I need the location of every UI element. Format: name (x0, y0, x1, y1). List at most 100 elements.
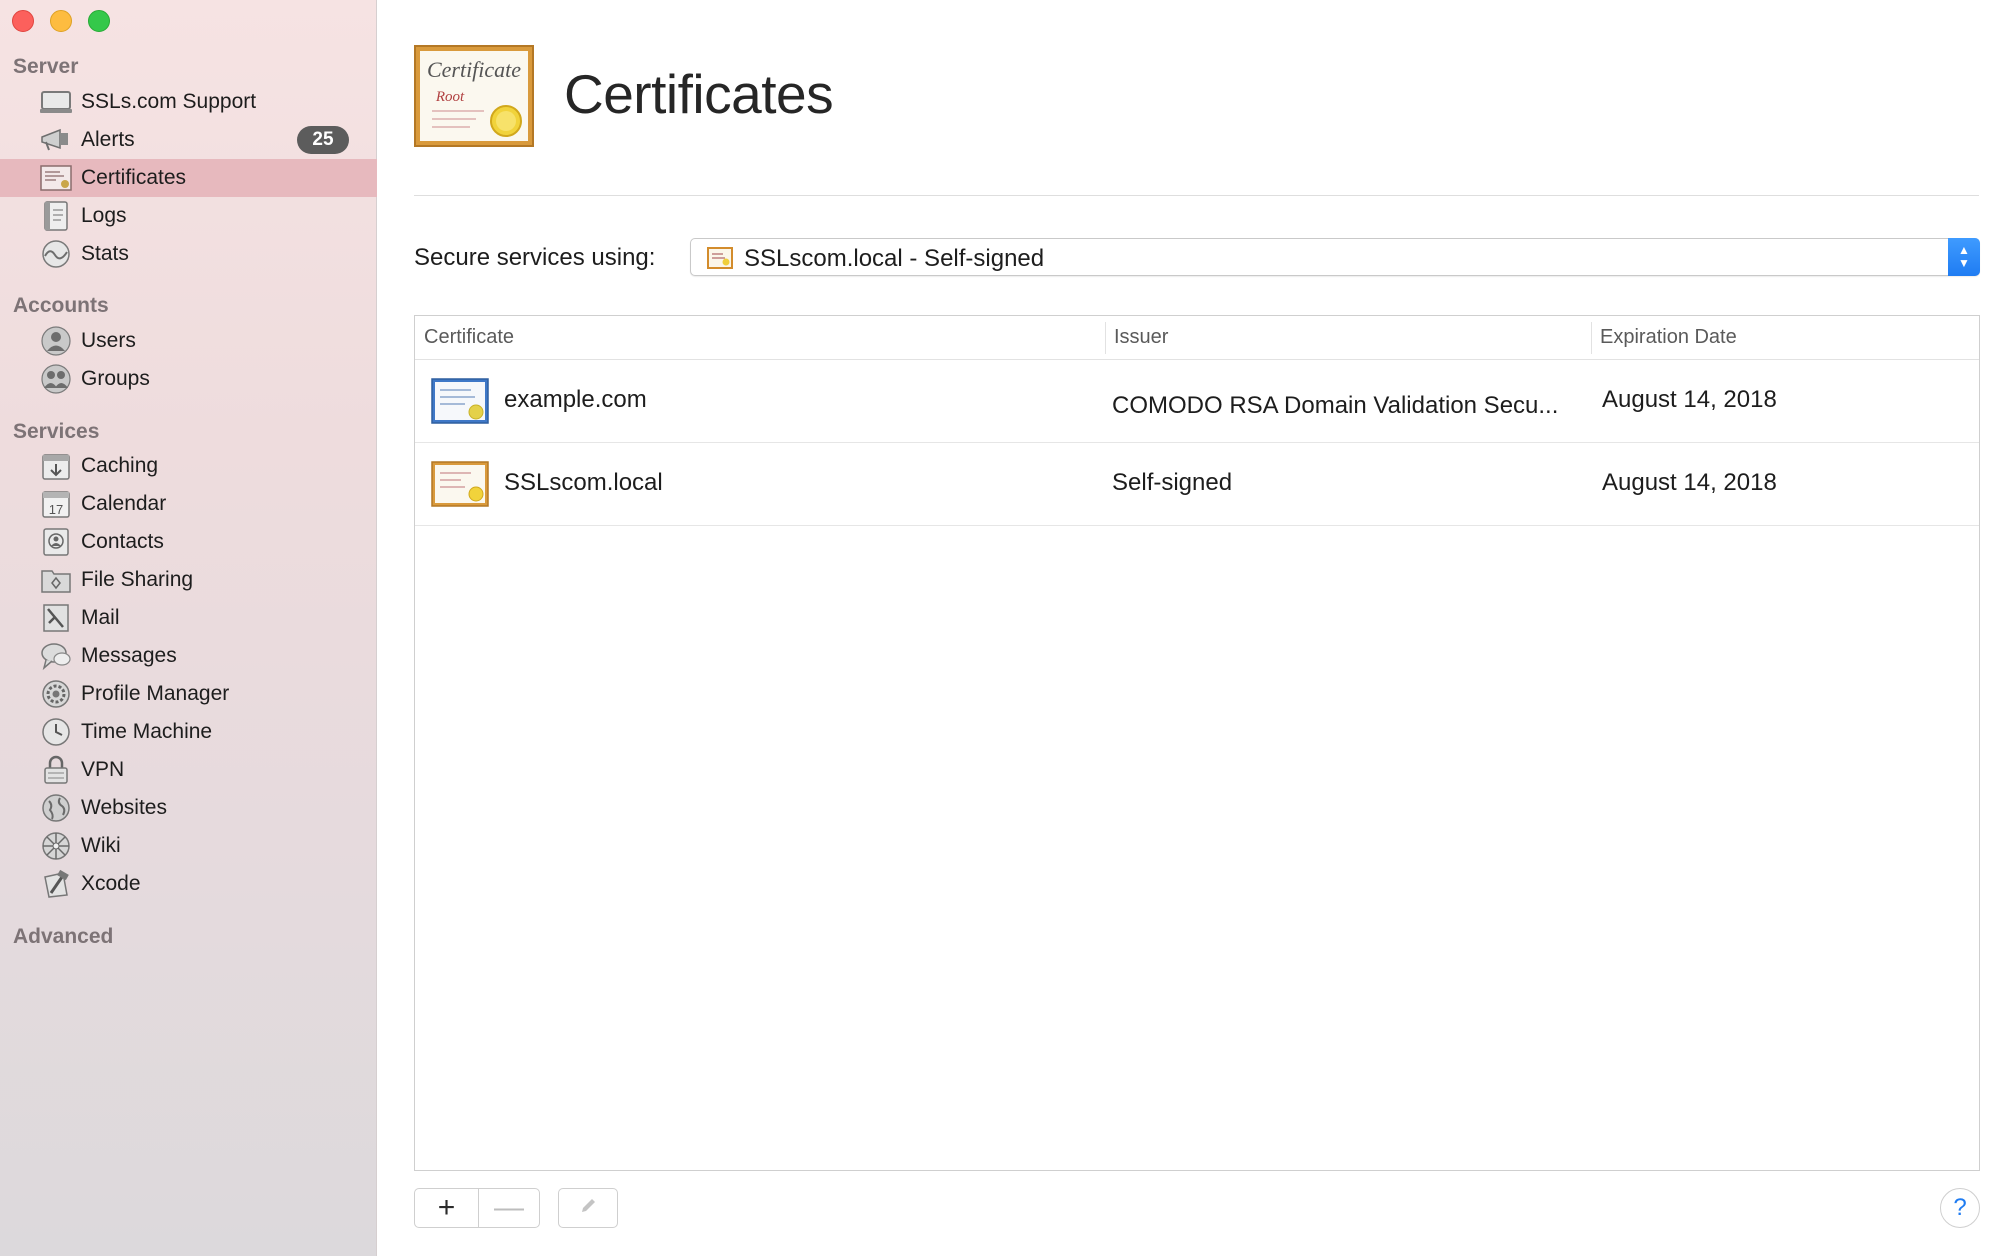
sidebar-item-ssls-support[interactable]: SSLs.com Support (0, 83, 377, 121)
sidebar-item-users[interactable]: Users (0, 322, 377, 360)
sidebar-item-label: VPN (81, 758, 125, 781)
sidebar-item-file-sharing[interactable]: File Sharing (0, 561, 377, 599)
sidebar-item-label: Calendar (81, 492, 167, 515)
certificate-issuer: COMODO RSA Domain Validation Secu... (1112, 392, 1559, 419)
certificate-expiration: August 14, 2018 (1602, 469, 1777, 496)
zoom-window-button[interactable] (88, 10, 110, 32)
sidebar-item-profile-manager[interactable]: Profile Manager (0, 675, 377, 713)
sidebar-item-time-machine[interactable]: Time Machine (0, 713, 377, 751)
profile-manager-icon (40, 679, 72, 709)
sidebar-item-label: Logs (81, 204, 127, 227)
certificate-icon (40, 163, 72, 193)
sidebar-item-vpn[interactable]: VPN (0, 751, 377, 789)
megaphone-icon (40, 125, 72, 155)
sidebar-item-wiki[interactable]: Wiki (0, 827, 377, 865)
section-title-accounts: Accounts (13, 294, 109, 317)
server-icon (40, 87, 72, 117)
window-controls (12, 10, 110, 32)
sidebar-item-stats[interactable]: Stats (0, 235, 377, 273)
calendar-icon: 17 (40, 489, 72, 519)
sidebar: Server SSLs.com Support Alerts 25 Certif… (0, 0, 377, 1256)
sidebar-item-xcode[interactable]: Xcode (0, 865, 377, 903)
vpn-lock-icon (40, 755, 72, 785)
page-title: Certificates (564, 63, 834, 125)
sidebar-item-logs[interactable]: Logs (0, 197, 377, 235)
file-sharing-icon (40, 565, 72, 595)
sidebar-item-label: Caching (81, 454, 159, 477)
certificate-name: example.com (504, 386, 647, 413)
column-divider (1105, 322, 1106, 354)
close-window-button[interactable] (12, 10, 34, 32)
column-divider (1591, 322, 1592, 354)
column-header-issuer[interactable]: Issuer (1114, 326, 1168, 349)
sidebar-item-label: SSLs.com Support (81, 90, 257, 113)
user-icon (40, 326, 72, 356)
sidebar-item-label: Contacts (81, 530, 164, 553)
xcode-hammer-icon (40, 869, 72, 899)
stats-icon (40, 239, 72, 269)
column-header-certificate[interactable]: Certificate (424, 326, 514, 349)
mail-icon (40, 603, 72, 633)
add-certificate-button[interactable]: + (414, 1188, 479, 1228)
sidebar-item-websites[interactable]: Websites (0, 789, 377, 827)
edit-certificate-button[interactable] (558, 1188, 618, 1228)
calendar-icon-day: 17 (49, 502, 63, 517)
sidebar-item-label: Websites (81, 796, 167, 819)
certificate-icon (707, 247, 733, 269)
table-header: Certificate Issuer Expiration Date (415, 316, 1979, 360)
sidebar-item-certificates[interactable]: Certificates (0, 159, 377, 197)
root-certificate-icon (431, 461, 489, 507)
standard-certificate-icon (431, 378, 489, 424)
popup-stepper-icon[interactable]: ▲ ▼ (1948, 238, 1980, 276)
minimize-window-button[interactable] (50, 10, 72, 32)
messages-icon (40, 641, 72, 671)
sidebar-item-label: Profile Manager (81, 682, 230, 705)
sidebar-item-mail[interactable]: Mail (0, 599, 377, 637)
sidebar-item-messages[interactable]: Messages (0, 637, 377, 675)
help-button[interactable]: ? (1940, 1188, 1980, 1228)
contacts-icon (40, 527, 72, 557)
globe-icon (40, 793, 72, 823)
sidebar-item-label: Alerts (81, 128, 135, 151)
secure-services-value: SSLscom.local - Self-signed (744, 245, 1045, 272)
certificate-name: SSLscom.local (504, 469, 663, 496)
caching-icon (40, 451, 72, 481)
sidebar-item-groups[interactable]: Groups (0, 360, 377, 398)
sidebar-item-caching[interactable]: Caching (0, 447, 377, 485)
header-divider (414, 195, 1979, 196)
sidebar-item-label: Groups (81, 367, 150, 390)
sidebar-item-calendar[interactable]: 17 Calendar (0, 485, 377, 523)
certificates-table: Certificate Issuer Expiration Date examp… (414, 315, 1980, 1171)
column-header-expiration[interactable]: Expiration Date (1600, 326, 1737, 349)
sidebar-item-label: Users (81, 329, 136, 352)
secure-services-popup[interactable]: SSLscom.local - Self-signed ▲ ▼ (690, 238, 1980, 276)
alerts-count-badge: 25 (297, 126, 349, 154)
certificate-expiration: August 14, 2018 (1602, 386, 1777, 413)
log-book-icon (40, 201, 72, 231)
section-title-server: Server (13, 55, 79, 78)
group-icon (40, 364, 72, 394)
main-content: Certificate Root Certificates Secure ser… (378, 0, 1999, 1256)
secure-services-label: Secure services using: (414, 244, 656, 271)
page-icon-title: Certificate (427, 57, 521, 82)
sidebar-item-label: Stats (81, 242, 129, 265)
sidebar-item-label: Time Machine (81, 720, 213, 743)
section-title-advanced[interactable]: Advanced (13, 925, 113, 949)
sidebar-item-label: Xcode (81, 872, 141, 895)
sidebar-item-label: Mail (81, 606, 120, 629)
sidebar-item-label: Wiki (81, 834, 121, 857)
section-title-services: Services (13, 420, 100, 443)
sidebar-item-label: Messages (81, 644, 177, 667)
certificate-issuer: Self-signed (1112, 469, 1233, 496)
sidebar-item-label: Certificates (81, 166, 187, 189)
table-row[interactable]: example.com COMODO RSA Domain Validation… (415, 360, 1979, 443)
table-row[interactable]: SSLscom.local Self-signed August 14, 201… (415, 443, 1979, 526)
certificate-root-icon: Certificate Root (414, 45, 534, 147)
sidebar-item-contacts[interactable]: Contacts (0, 523, 377, 561)
page-icon-subtitle: Root (435, 89, 465, 105)
pencil-icon (578, 1196, 598, 1221)
sidebar-item-alerts[interactable]: Alerts 25 (0, 121, 377, 159)
remove-certificate-button[interactable]: — (478, 1188, 540, 1228)
time-machine-icon (40, 717, 72, 747)
sidebar-item-label: File Sharing (81, 568, 194, 591)
